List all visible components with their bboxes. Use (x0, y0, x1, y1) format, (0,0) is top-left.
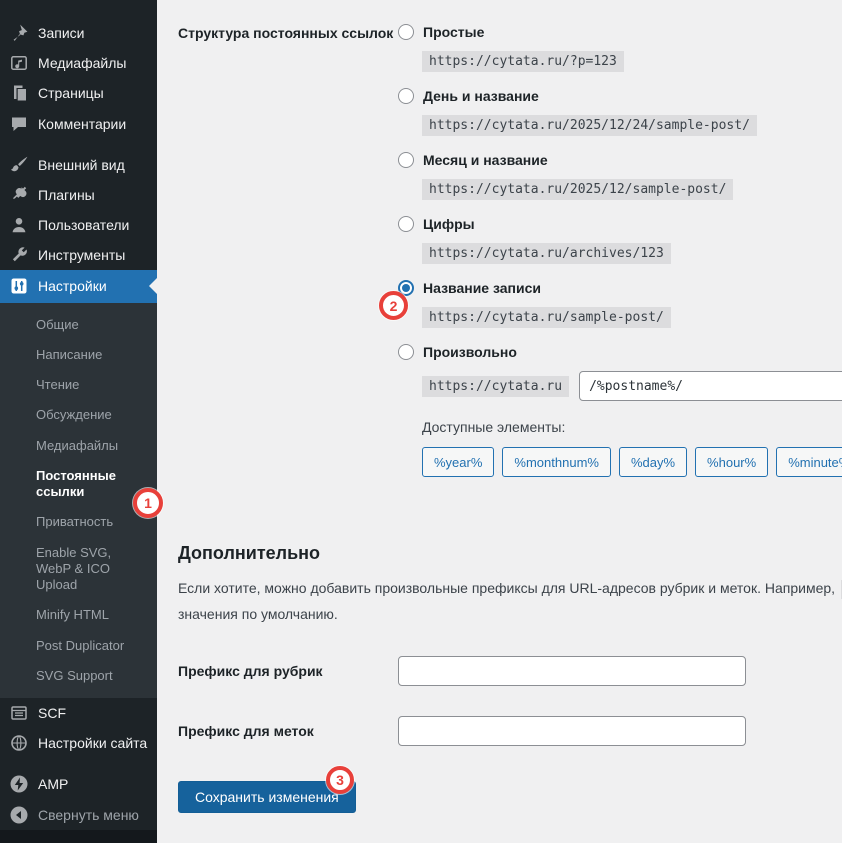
sidebar-item-label: Инструменты (38, 247, 125, 263)
collapse-icon (9, 805, 29, 825)
globe-icon (9, 733, 29, 753)
plugin-icon (9, 185, 29, 205)
submenu-item-privacy[interactable]: Приватность (0, 507, 157, 537)
radio-month-name[interactable] (398, 152, 414, 168)
submenu-item-media[interactable]: Медиафайлы (0, 431, 157, 461)
tag-prefix-label: Префикс для меток (178, 716, 398, 746)
radio-label[interactable]: Месяц и название (423, 152, 548, 168)
optional-section-heading: Дополнительно (178, 543, 842, 564)
sidebar-item-amp[interactable]: AMP (0, 769, 157, 799)
scf-table-icon (9, 703, 29, 723)
permalink-example: https://cytata.ru/2025/12/sample-post/ (422, 179, 733, 200)
permalink-option-plain: Простые https://cytata.ru/?p=123 (398, 22, 842, 72)
sidebar-item-label: Записи (38, 25, 84, 41)
category-prefix-label: Префикс для рубрик (178, 656, 398, 686)
tag-button-year[interactable]: %year% (422, 447, 494, 477)
permalink-example: https://cytata.ru/sample-post/ (422, 307, 671, 328)
sidebar-item-label: Комментарии (38, 116, 126, 132)
permalink-settings-content: Структура постоянных ссылок Простые http… (157, 0, 842, 843)
brush-icon (9, 155, 29, 175)
collapse-menu-button[interactable]: Свернуть меню (0, 799, 157, 829)
permalink-example: https://cytata.ru/?p=123 (422, 51, 624, 72)
sidebar-item-label: Внешний вид (38, 157, 125, 173)
sidebar-item-settings[interactable]: Настройки (0, 270, 157, 302)
radio-plain[interactable] (398, 24, 414, 40)
wrench-icon (9, 245, 29, 265)
radio-label[interactable]: Произвольно (423, 344, 517, 360)
radio-numeric[interactable] (398, 216, 414, 232)
sidebar-item-media[interactable]: Медиафайлы (0, 48, 157, 78)
site-url-chip: https://cytata.ru (422, 376, 569, 397)
sidebar-item-site-settings[interactable]: Настройки сайта (0, 728, 157, 758)
settings-sliders-icon (9, 276, 29, 296)
tag-button-hour[interactable]: %hour% (695, 447, 768, 477)
radio-custom[interactable] (398, 344, 414, 360)
category-prefix-input[interactable] (398, 656, 746, 686)
sidebar-item-appearance[interactable]: Внешний вид (0, 149, 157, 179)
annotation-step-3-badge: 3 (326, 766, 354, 794)
sidebar-item-label: Свернуть меню (38, 807, 139, 823)
sidebar-item-plugins[interactable]: Плагины (0, 180, 157, 210)
permalink-example: https://cytata.ru/2025/12/24/sample-post… (422, 115, 757, 136)
submenu-item-writing[interactable]: Написание (0, 340, 157, 370)
media-icon (9, 53, 29, 73)
sidebar-item-pages[interactable]: Страницы (0, 78, 157, 108)
comments-icon (9, 114, 29, 134)
radio-label[interactable]: Название записи (423, 280, 541, 296)
admin-sidebar: Записи Медиафайлы Страницы Комментарии В… (0, 0, 157, 843)
custom-structure-input[interactable] (579, 371, 842, 401)
submenu-item-discussion[interactable]: Обсуждение (0, 400, 157, 430)
structure-tags-row: %year% %monthnum% %day% %hour% %minute% (422, 447, 842, 477)
sidebar-item-label: Страницы (38, 85, 104, 101)
submenu-item-svg-support[interactable]: SVG Support (0, 661, 157, 691)
sidebar-item-label: Плагины (38, 187, 95, 203)
submenu-item-general[interactable]: Общие (0, 310, 157, 340)
permalink-example: https://cytata.ru/archives/123 (422, 243, 671, 264)
sidebar-item-label: SCF (38, 705, 66, 721)
permalink-option-month-name: Месяц и название https://cytata.ru/2025/… (398, 150, 842, 200)
amp-icon (9, 774, 29, 794)
submenu-item-reading[interactable]: Чтение (0, 370, 157, 400)
description-text: Если хотите, можно добавить произвольные… (178, 580, 835, 596)
menu-separator (0, 759, 157, 770)
sidebar-item-posts[interactable]: Записи (0, 18, 157, 48)
submenu-item-minify-html[interactable]: Minify HTML (0, 600, 157, 630)
sidebar-item-tools[interactable]: Инструменты (0, 240, 157, 270)
permalink-option-custom: Произвольно https://cytata.ru Доступные … (398, 342, 842, 477)
menu-separator (0, 139, 157, 150)
sidebar-item-scf[interactable]: SCF (0, 698, 157, 728)
structure-label: Структура постоянных ссылок (178, 22, 398, 491)
radio-label[interactable]: Простые (423, 24, 484, 40)
sidebar-item-label: Настройки сайта (38, 735, 147, 751)
radio-label[interactable]: День и название (423, 88, 539, 104)
description-text-line2: значения по умолчанию. (178, 602, 842, 626)
permalink-option-day-name: День и название https://cytata.ru/2025/1… (398, 86, 842, 136)
radio-day-name[interactable] (398, 88, 414, 104)
sidebar-item-label: AMP (38, 776, 68, 792)
sidebar-item-label: Настройки (38, 278, 107, 294)
tag-button-monthnum[interactable]: %monthnum% (502, 447, 611, 477)
tag-prefix-input[interactable] (398, 716, 746, 746)
permalink-option-numeric: Цифры https://cytata.ru/archives/123 (398, 214, 842, 264)
tag-button-day[interactable]: %day% (619, 447, 687, 477)
annotation-step-2-badge: 2 (379, 291, 408, 320)
sidebar-bottom-strip (0, 830, 157, 843)
radio-label[interactable]: Цифры (423, 216, 475, 232)
sidebar-item-users[interactable]: Пользователи (0, 210, 157, 240)
sidebar-item-label: Пользователи (38, 217, 129, 233)
pages-icon (9, 83, 29, 103)
pin-icon (9, 23, 29, 43)
users-icon (9, 215, 29, 235)
sidebar-item-label: Медиафайлы (38, 55, 126, 71)
submenu-item-post-duplicator[interactable]: Post Duplicator (0, 631, 157, 661)
tag-button-minute[interactable]: %minute% (776, 447, 842, 477)
annotation-step-1-badge: 1 (133, 488, 163, 518)
available-elements-label: Доступные элементы: (422, 419, 842, 435)
permalink-option-post-name: Название записи https://cytata.ru/sample… (398, 278, 842, 328)
optional-description: Если хотите, можно добавить произвольные… (178, 576, 842, 626)
sidebar-item-comments[interactable]: Комментарии (0, 109, 157, 139)
submenu-item-enable-svg[interactable]: Enable SVG, WebP & ICO Upload (0, 538, 157, 601)
